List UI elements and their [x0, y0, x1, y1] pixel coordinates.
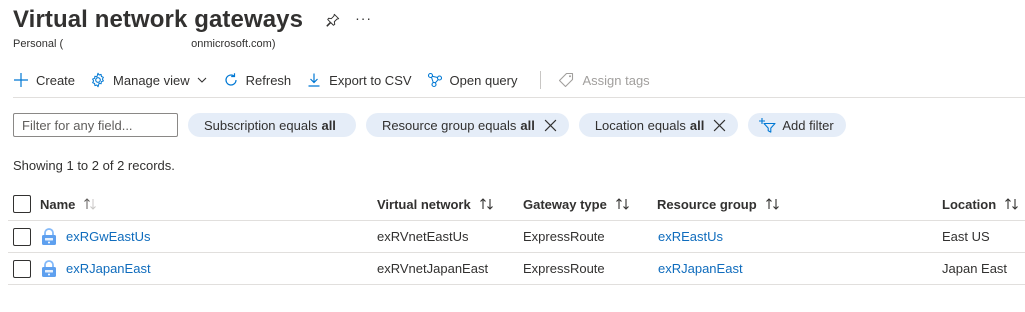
select-all-checkbox[interactable]	[13, 195, 31, 213]
assign-tags-label: Assign tags	[582, 72, 650, 88]
filter-pill-label: Subscription equals	[204, 117, 318, 133]
create-label: Create	[36, 72, 76, 88]
title-row: Virtual network gateways ···	[13, 6, 372, 34]
resource-group-link[interactable]: exRJapanEast	[658, 261, 743, 276]
more-options-icon[interactable]: ···	[355, 10, 372, 26]
column-header-name[interactable]: Name	[40, 188, 97, 220]
export-csv-button[interactable]: Export to CSV	[306, 72, 412, 88]
column-header-label: Location	[942, 196, 997, 212]
query-icon	[427, 72, 442, 88]
close-icon[interactable]	[713, 119, 726, 132]
gear-icon	[92, 72, 104, 88]
filter-pill-value: all	[689, 117, 705, 133]
gateway-name-link[interactable]: exRJapanEast	[66, 261, 151, 276]
close-icon[interactable]	[544, 119, 557, 132]
tag-icon	[559, 72, 574, 88]
virtual-network-gateway-icon	[40, 227, 58, 246]
row-checkbox[interactable]	[13, 227, 31, 246]
sort-icon	[479, 197, 495, 211]
location-cell: Japan East	[942, 261, 1008, 276]
subtitle-prefix: Personal (	[13, 38, 64, 50]
open-query-button[interactable]: Open query	[427, 72, 518, 88]
download-icon	[308, 73, 320, 87]
table-header-row: Name Virtual network Gateway type Resour…	[8, 188, 1025, 221]
manage-view-button[interactable]: Manage view	[90, 72, 208, 88]
command-bar: Create Manage view Refresh Export to CSV…	[13, 68, 665, 92]
gateway-type-cell: ExpressRoute	[523, 229, 605, 244]
column-header-resource-group[interactable]: Resource group	[657, 188, 781, 220]
table-row[interactable]: exRGwEastUs exRVnetEastUs ExpressRoute e…	[8, 221, 1025, 253]
filter-bar: Subscription equalsall Resource group eq…	[13, 113, 846, 137]
toolbar-divider-line	[13, 97, 1025, 98]
sort-icon	[1004, 197, 1020, 211]
subscription-subtitle: Personal ( onmicrosoft.com)	[13, 38, 276, 50]
manage-view-label: Manage view	[113, 72, 190, 88]
refresh-label: Refresh	[245, 72, 292, 88]
page-title: Virtual network gateways	[13, 6, 304, 33]
toolbar-divider	[540, 71, 542, 89]
column-header-virtual-network[interactable]: Virtual network	[377, 188, 495, 220]
filter-pill-location[interactable]: Location equals all	[578, 113, 739, 137]
sort-ascending-icon	[83, 197, 97, 211]
refresh-icon	[225, 73, 237, 86]
add-filter-icon	[759, 118, 776, 133]
column-header-gateway-type[interactable]: Gateway type	[523, 188, 631, 220]
resource-group-link[interactable]: exREastUs	[658, 229, 723, 244]
chevron-down-icon	[197, 77, 207, 83]
table-row[interactable]: exRJapanEast exRVnetJapanEast ExpressRou…	[8, 253, 1025, 285]
filter-pill-label: Resource group equals	[381, 117, 517, 133]
records-count: Showing 1 to 2 of 2 records.	[13, 158, 175, 173]
add-filter-label: Add filter	[782, 117, 834, 133]
resource-grid: Name Virtual network Gateway type Resour…	[8, 188, 1025, 285]
filter-pill-resource-group[interactable]: Resource group equals all	[365, 113, 569, 137]
pin-icon[interactable]	[325, 12, 341, 28]
subtitle-suffix: onmicrosoft.com)	[191, 38, 276, 50]
location-cell: East US	[942, 229, 990, 244]
column-header-label: Resource group	[657, 196, 757, 212]
sort-icon	[615, 197, 631, 211]
filter-pill-value: all	[321, 117, 336, 133]
column-header-label: Virtual network	[377, 196, 471, 212]
filter-pill-subscription[interactable]: Subscription equals all	[188, 113, 356, 137]
add-filter-button[interactable]: Add filter	[748, 113, 846, 137]
filter-pill-value: all	[520, 117, 535, 133]
virtual-network-gateway-icon	[40, 259, 58, 278]
filter-input[interactable]	[13, 113, 178, 137]
column-header-location[interactable]: Location	[942, 188, 1020, 220]
assign-tags-button[interactable]: Assign tags	[559, 72, 650, 88]
sort-icon	[765, 197, 781, 211]
open-query-label: Open query	[449, 72, 518, 88]
create-button[interactable]: Create	[13, 72, 75, 88]
refresh-button[interactable]: Refresh	[223, 72, 292, 88]
filter-pill-label: Location equals	[594, 117, 686, 133]
plus-icon	[14, 73, 28, 87]
virtual-network-cell: exRVnetEastUs	[377, 229, 469, 244]
column-header-label: Name	[40, 196, 76, 212]
virtual-network-cell: exRVnetJapanEast	[377, 261, 489, 276]
column-header-label: Gateway type	[523, 196, 607, 212]
gateway-type-cell: ExpressRoute	[523, 261, 605, 276]
gateway-name-link[interactable]: exRGwEastUs	[66, 229, 151, 244]
row-checkbox[interactable]	[13, 259, 31, 278]
export-csv-label: Export to CSV	[329, 72, 412, 88]
